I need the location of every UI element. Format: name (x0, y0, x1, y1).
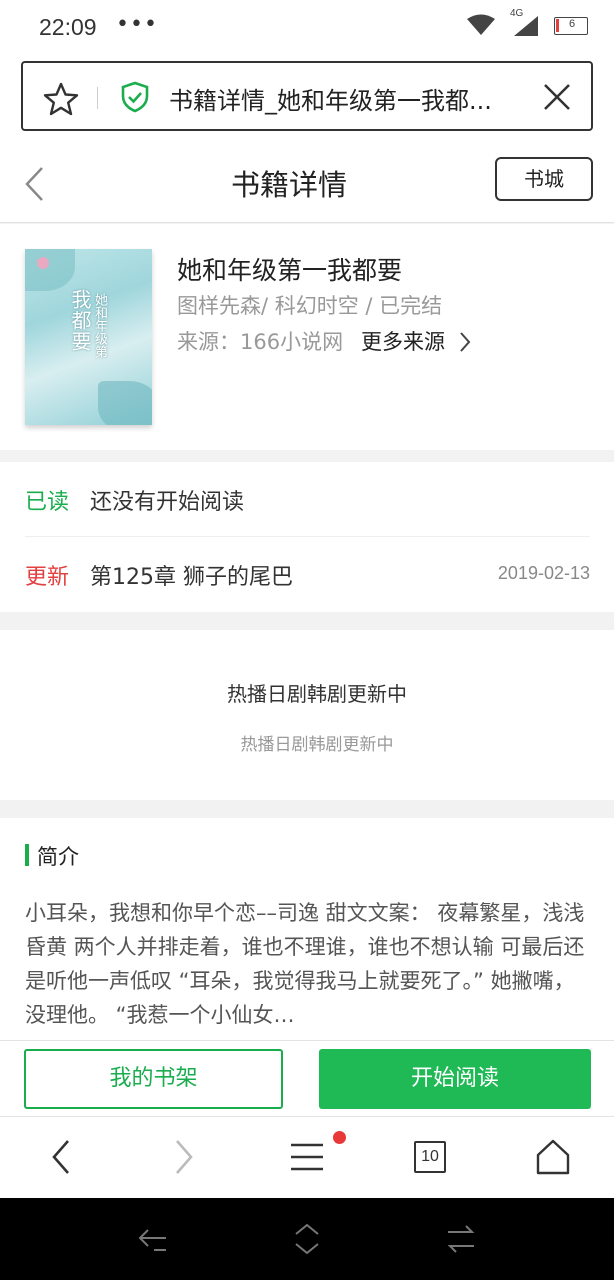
tabs-count-button[interactable]: 10 (414, 1141, 446, 1173)
promo-title: 热播日剧韩剧更新中 (227, 682, 407, 706)
notification-dot (333, 1131, 346, 1144)
bookstore-button[interactable]: 书城 (495, 157, 593, 201)
update-label: 更新 (25, 565, 70, 590)
intro-heading: 简介 (37, 845, 79, 869)
menu-icon[interactable] (290, 1137, 324, 1177)
cover-title: 我都要 (68, 289, 92, 352)
battery-icon: 6 (554, 17, 588, 35)
wifi-icon (467, 14, 495, 35)
network-type: 4G (510, 8, 524, 19)
chevron-right-icon[interactable] (458, 331, 472, 353)
read-status-text: 还没有开始阅读 (90, 490, 245, 515)
close-icon[interactable] (541, 81, 573, 113)
my-bookshelf-button[interactable]: 我的书架 (24, 1049, 283, 1109)
page-title: 书籍详情 (230, 168, 347, 202)
security-shield-icon (121, 81, 149, 113)
bookmark-star-icon[interactable] (43, 82, 79, 116)
system-home-icon[interactable] (290, 1222, 324, 1256)
address-divider (97, 87, 98, 109)
intro-text[interactable]: 小耳朵，我想和你早个恋––司逸 甜文文案： 夜幕繁星，浅浅昏黄 两个人并排走着，… (25, 896, 590, 1034)
read-label: 已读 (25, 490, 70, 515)
signal-icon: 4G (510, 8, 540, 42)
home-icon[interactable] (536, 1137, 570, 1177)
more-sources-link[interactable]: 更多来源 (361, 326, 445, 356)
section-accent-bar (25, 844, 29, 866)
page-header: 书籍详情 书城 (0, 146, 614, 223)
latest-update-row[interactable]: 更新 第125章 狮子的尾巴 2019-02-13 (25, 537, 590, 612)
latest-chapter: 第125章 狮子的尾巴 (90, 565, 293, 590)
start-reading-button[interactable]: 开始阅读 (319, 1049, 591, 1109)
promo-banner[interactable]: 热播日剧韩剧更新中 热播日剧韩剧更新中 (0, 630, 614, 800)
system-back-icon[interactable] (136, 1222, 170, 1256)
read-status-row[interactable]: 已读 还没有开始阅读 (25, 462, 590, 537)
intro-section: 简介 小耳朵，我想和你早个恋––司逸 甜文文案： 夜幕繁星，浅浅昏黄 两个人并排… (0, 818, 614, 1040)
status-more-icon: ••• (116, 12, 158, 37)
address-bar[interactable]: 书籍详情_她和年级第一我都... (21, 61, 593, 131)
browser-toolbar: 10 (0, 1116, 614, 1198)
cover-leaf-decoration (98, 381, 152, 425)
browser-back-icon[interactable] (50, 1137, 72, 1177)
book-info: 我都要 她和年级第 她和年级第一我都要 图样先森/ 科幻时空 / 已完结 来源：… (0, 224, 614, 450)
status-bar: 22:09 ••• 4G 6 (0, 0, 614, 56)
address-title[interactable]: 书籍详情_她和年级第一我都... (169, 81, 529, 116)
reading-progress: 已读 还没有开始阅读 更新 第125章 狮子的尾巴 2019-02-13 (0, 462, 614, 612)
cover-title-small: 她和年级第 (92, 293, 107, 358)
browser-forward-icon[interactable] (173, 1137, 195, 1177)
book-meta: 图样先森/ 科幻时空 / 已完结 (177, 294, 443, 318)
book-title: 她和年级第一我都要 (177, 256, 403, 285)
system-navigation-bar (0, 1198, 614, 1280)
update-date: 2019-02-13 (497, 563, 590, 583)
book-cover[interactable]: 我都要 她和年级第 (25, 249, 152, 425)
address-bar-container: 书籍详情_她和年级第一我都... (0, 56, 614, 146)
promo-subtitle: 热播日剧韩剧更新中 (240, 735, 394, 755)
cover-flower-decoration (37, 257, 49, 269)
system-recents-icon[interactable] (444, 1222, 478, 1256)
cover-leaf-decoration (25, 249, 75, 291)
battery-level: 6 (569, 18, 576, 30)
book-source: 来源：166小说网 (177, 330, 344, 354)
action-bar: 我的书架 开始阅读 (0, 1040, 614, 1116)
status-time: 22:09 (39, 14, 97, 40)
